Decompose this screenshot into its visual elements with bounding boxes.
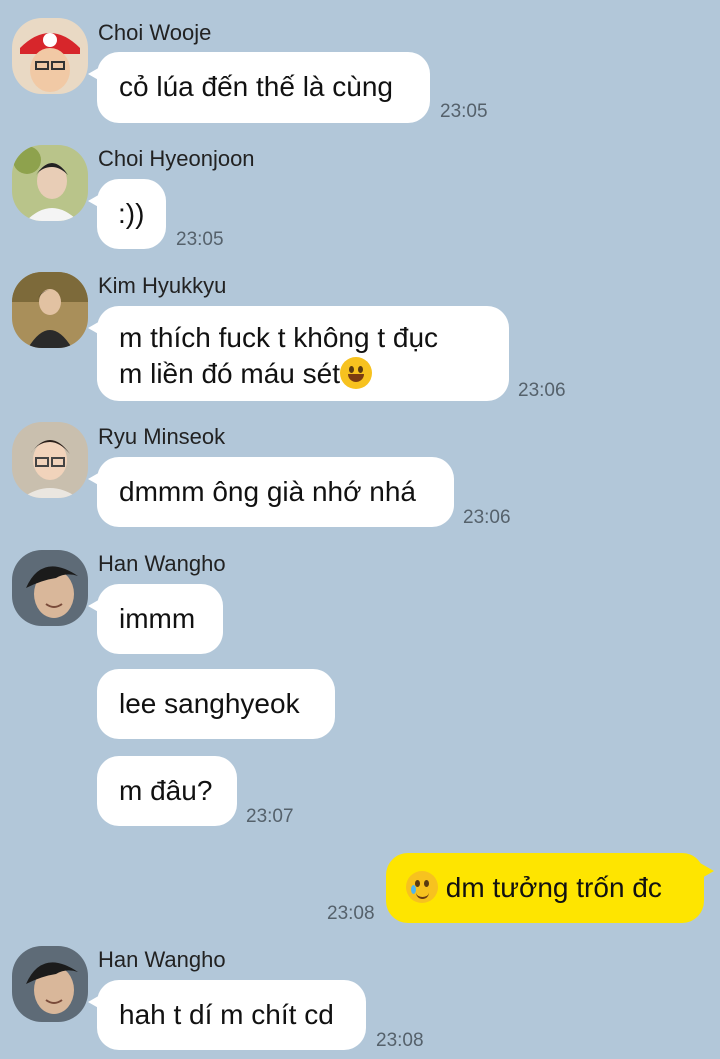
avatar-image [12,145,88,221]
avatar-image [12,946,88,1022]
avatar-image [12,550,88,626]
message-text: lee sanghyeok [119,688,300,719]
message-time: 23:08 [327,903,375,924]
avatar-image [12,422,88,498]
message-bubble[interactable]: m đâu? [97,756,237,826]
sender-name: Han Wangho [98,551,226,576]
sender-name: Choi Wooje [98,20,212,45]
message-text: dm tưởng trốn đc [445,872,662,903]
avatar-han-wangho[interactable] [12,550,88,626]
message-text: dmmm ông già nhớ nhá [119,476,416,507]
message-time: 23:05 [440,101,488,122]
message-time: 23:06 [518,380,566,401]
sender-name: Ryu Minseok [98,424,226,449]
avatar-han-wangho[interactable] [12,946,88,1022]
grinning-face-emoji-icon [340,357,372,389]
sender-name: Han Wangho [98,947,226,972]
message-text-line: m liền đó máu sét [119,358,340,389]
message-bubble[interactable]: cỏ lúa đến thế là cùng [88,52,430,123]
message-bubble[interactable]: m thích fuck t không t đục m liền đó máu… [88,306,509,401]
message-text: cỏ lúa đến thế là cùng [119,71,393,102]
sender-name: Kim Hyukkyu [98,273,227,298]
avatar-choi-hyeonjoon[interactable] [12,145,88,221]
message-bubble[interactable]: lee sanghyeok [97,669,335,739]
message-time: 23:07 [246,806,294,827]
message-time: 23:06 [463,507,511,528]
avatar-choi-wooje[interactable] [12,18,88,94]
message-text: immm [119,603,196,634]
avatar-kim-hyukkyu[interactable] [12,272,88,348]
message-bubble[interactable]: immm [88,584,223,654]
message-bubble[interactable]: hah t dí m chít cd [88,980,366,1050]
message-text-line: m thích fuck t không t đục [119,322,439,353]
message-text-line-with-emoji: m liền đó máu sét [119,356,487,392]
message-text: hah t dí m chít cd [119,999,334,1030]
smiling-face-with-tear-emoji-icon [406,871,438,903]
message-bubble[interactable]: dmmm ông già nhớ nhá [88,457,454,527]
message-time: 23:08 [376,1030,424,1051]
message-text: m đâu? [119,775,213,806]
avatar-image [12,272,88,348]
avatar-image [12,18,88,94]
message-text: :)) [118,198,145,229]
message-bubble[interactable]: :)) [88,179,166,249]
message-time: 23:05 [176,229,224,250]
my-message-bubble[interactable]: dm tưởng trốn đc [386,853,714,923]
sender-name: Choi Hyeonjoon [98,146,255,171]
avatar-ryu-minseok[interactable] [12,422,88,498]
